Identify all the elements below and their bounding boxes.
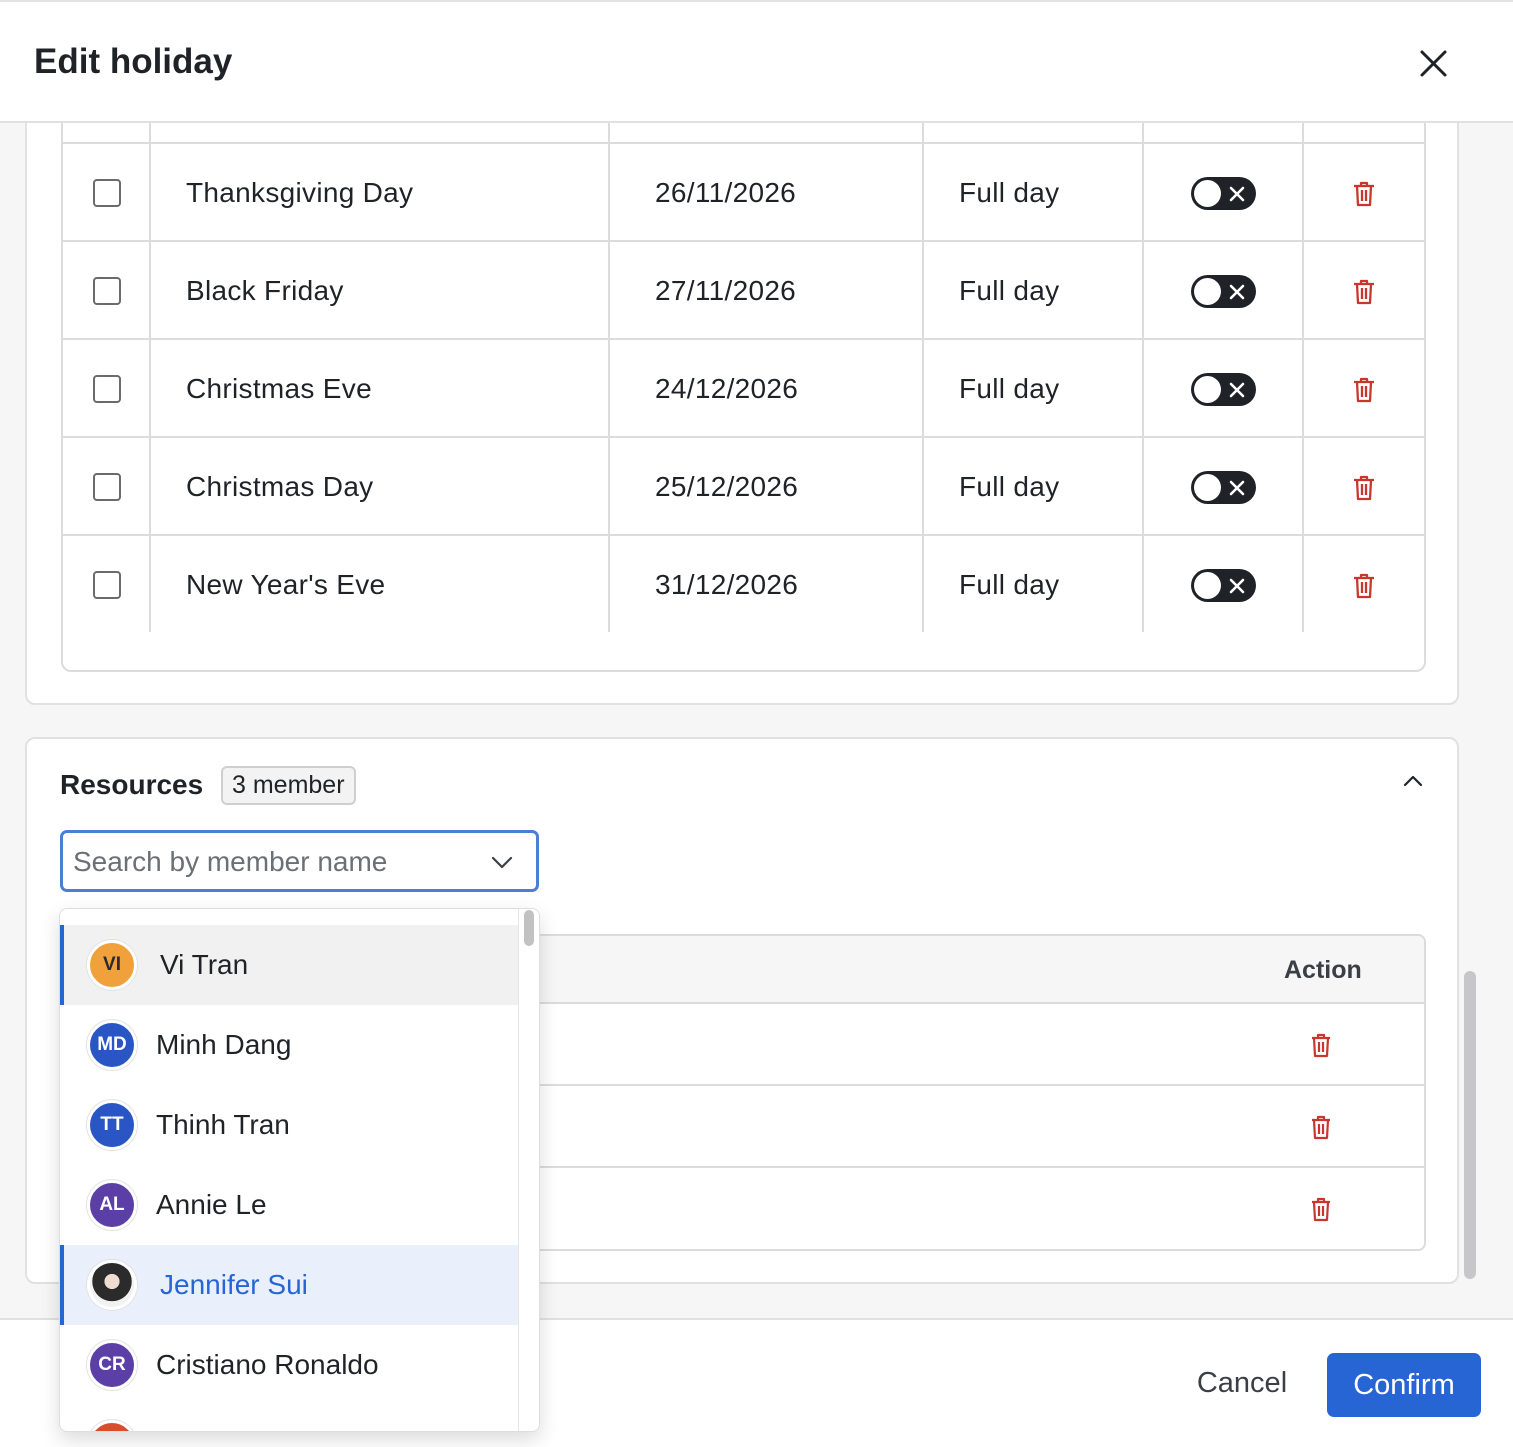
holiday-row: New Year's Eve 31/12/2026 Full day <box>63 534 1424 632</box>
close-icon <box>1229 186 1245 202</box>
holiday-name: Christmas Day <box>186 471 374 502</box>
dropdown-option[interactable]: VI Vi Tran <box>60 925 518 1005</box>
holiday-date: 27/11/2026 <box>655 275 797 306</box>
dialog-title: Edit holiday <box>34 42 233 81</box>
row-checkbox[interactable] <box>93 277 121 305</box>
toggle-knob <box>1194 278 1221 305</box>
holiday-list-card: Thanksgiving Day 26/11/2026 Full day Black … <box>25 123 1459 705</box>
dropdown-option[interactable]: CR Cristiano Ronaldo <box>60 1325 518 1405</box>
holiday-name: New Year's Eve <box>186 569 386 600</box>
member-search-input[interactable] <box>73 842 473 882</box>
holiday-name: Black Friday <box>186 275 344 306</box>
avatar: VI <box>87 940 137 990</box>
holiday-duration: Full day <box>959 471 1060 502</box>
chevron-down-icon[interactable] <box>490 852 514 872</box>
holiday-duration: Full day <box>959 569 1060 600</box>
avatar <box>87 1420 137 1431</box>
holiday-duration: Full day <box>959 275 1060 306</box>
trash-icon[interactable] <box>1310 1114 1332 1140</box>
row-checkbox[interactable] <box>93 179 121 207</box>
trash-icon[interactable] <box>1352 376 1376 403</box>
dropdown-option-label: Vi Tran <box>160 949 249 980</box>
dropdown-option[interactable] <box>60 1405 518 1431</box>
close-icon <box>1229 284 1245 300</box>
close-icon[interactable] <box>1410 42 1456 88</box>
dropdown-option-label: Cristiano Ronaldo <box>156 1349 379 1380</box>
avatar: CR <box>87 1340 137 1390</box>
row-checkbox[interactable] <box>93 375 121 403</box>
holiday-row: Christmas Day 25/12/2026 Full day <box>63 436 1424 534</box>
holiday-name: Thanksgiving Day <box>186 177 414 208</box>
dropdown-option[interactable]: AL Annie Le <box>60 1165 518 1245</box>
holiday-duration: Full day <box>959 373 1060 404</box>
trash-icon[interactable] <box>1352 180 1376 207</box>
holiday-name: Christmas Eve <box>186 373 372 404</box>
holiday-toggle[interactable] <box>1191 569 1256 602</box>
holiday-date: 31/12/2026 <box>655 569 799 600</box>
dropdown-option-label: Minh Dang <box>156 1029 292 1060</box>
cancel-button[interactable]: Cancel <box>1180 1351 1304 1415</box>
dropdown-option[interactable]: TT Thinh Tran <box>60 1085 518 1165</box>
dropdown-option[interactable]: MD Minh Dang <box>60 1005 518 1085</box>
body-scrollbar[interactable] <box>1464 971 1476 1279</box>
dropdown-option-label: Jennifer Sui <box>160 1269 308 1300</box>
close-icon <box>1229 480 1245 496</box>
avatar-photo <box>87 1260 137 1310</box>
holiday-row: Thanksgiving Day 26/11/2026 Full day <box>63 142 1424 240</box>
holiday-row: Black Friday 27/11/2026 Full day <box>63 240 1424 338</box>
holiday-toggle[interactable] <box>1191 471 1256 504</box>
dropdown-scrollbar-thumb[interactable] <box>524 910 534 946</box>
action-column-header: Action <box>1284 956 1362 984</box>
toggle-knob <box>1194 572 1221 599</box>
toggle-knob <box>1194 376 1221 403</box>
dropdown-option-label: Thinh Tran <box>156 1109 290 1140</box>
trash-icon[interactable] <box>1352 278 1376 305</box>
row-checkbox[interactable] <box>93 473 121 501</box>
close-icon <box>1229 382 1245 398</box>
avatar: AL <box>87 1180 137 1230</box>
row-checkbox[interactable] <box>93 571 121 599</box>
trash-icon[interactable] <box>1352 572 1376 599</box>
holiday-date: 24/12/2026 <box>655 373 799 404</box>
holiday-date: 25/12/2026 <box>655 471 799 502</box>
trash-icon[interactable] <box>1310 1032 1332 1058</box>
trash-icon[interactable] <box>1310 1196 1332 1222</box>
holiday-duration: Full day <box>959 177 1060 208</box>
dialog-header: Edit holiday <box>0 0 1513 123</box>
toggle-knob <box>1194 474 1221 501</box>
holiday-toggle[interactable] <box>1191 275 1256 308</box>
confirm-button[interactable]: Confirm <box>1327 1353 1481 1417</box>
dropdown-option-label: Annie Le <box>156 1189 267 1220</box>
dropdown-option[interactable]: Jennifer Sui <box>60 1245 518 1325</box>
holiday-toggle[interactable] <box>1191 373 1256 406</box>
member-search-box[interactable] <box>60 830 539 892</box>
close-icon <box>1229 578 1245 594</box>
table-row-partial <box>63 123 1424 142</box>
avatar: TT <box>87 1100 137 1150</box>
holiday-toggle[interactable] <box>1191 177 1256 210</box>
member-count-badge: 3 member <box>221 766 356 805</box>
resources-title: Resources <box>60 769 204 800</box>
holiday-date: 26/11/2026 <box>655 177 797 208</box>
toggle-knob <box>1194 180 1221 207</box>
holiday-table: Thanksgiving Day 26/11/2026 Full day Black … <box>61 123 1426 672</box>
holiday-row: Christmas Eve 24/12/2026 Full day <box>63 338 1424 436</box>
chevron-up-icon[interactable] <box>1401 769 1425 793</box>
dropdown-scrollbar-track[interactable] <box>518 909 539 1431</box>
trash-icon[interactable] <box>1352 474 1376 501</box>
avatar: MD <box>87 1020 137 1070</box>
member-dropdown: VI Vi Tran MD Minh Dang TT Thinh Tran AL Annie … <box>59 908 540 1432</box>
